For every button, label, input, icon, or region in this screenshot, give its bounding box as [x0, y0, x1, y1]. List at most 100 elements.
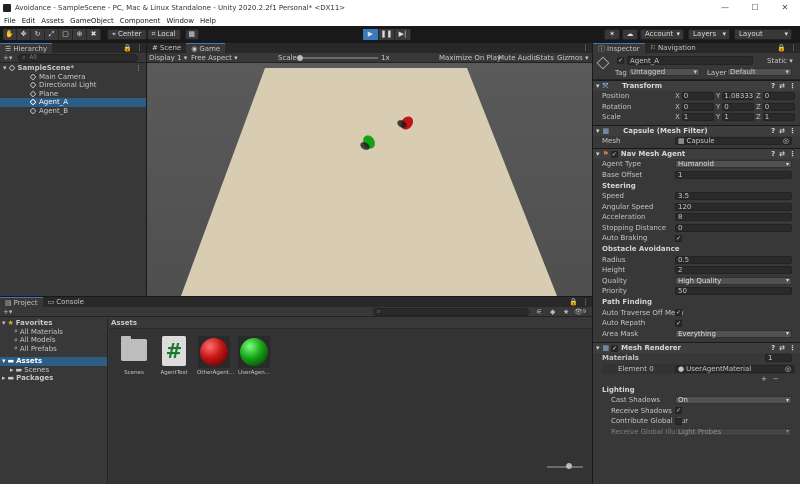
asset-item[interactable]: Scenes: [119, 336, 149, 376]
favorite-item-all-prefabs[interactable]: ⌕ All Prefabs: [0, 344, 107, 354]
hierarchy-item-directional-light[interactable]: Directional Light: [0, 81, 146, 90]
contribute-gi-checkbox[interactable]: [675, 417, 682, 425]
scale-slider[interactable]: [298, 57, 378, 59]
move-tool-icon[interactable]: ✥: [17, 28, 31, 40]
game-viewport[interactable]: [147, 64, 592, 296]
rect-tool-icon[interactable]: ▢: [59, 28, 73, 40]
help-icon[interactable]: ?: [771, 82, 775, 90]
tab-scene[interactable]: # Scene: [147, 43, 187, 53]
base-offset-field[interactable]: 1: [675, 170, 792, 179]
stats-toggle[interactable]: Stats: [536, 54, 554, 62]
project-add-icon[interactable]: +▾: [3, 308, 12, 316]
account-dropdown[interactable]: Account ▾: [640, 28, 684, 40]
scale-slider-handle[interactable]: [297, 55, 303, 61]
acceleration-field[interactable]: 8: [675, 213, 792, 222]
radius-field[interactable]: 0.5: [675, 255, 792, 264]
menu-component[interactable]: Component: [120, 17, 161, 25]
auto-traverse-checkbox[interactable]: ✓: [675, 309, 682, 317]
menu-help[interactable]: Help: [200, 17, 216, 25]
tab-hierarchy[interactable]: ☰ Hierarchy: [0, 43, 53, 53]
project-lock-icon[interactable]: 🔒: [569, 298, 578, 306]
tab-console[interactable]: ▭ Console: [42, 297, 89, 307]
menu-gameobject[interactable]: GameObject: [70, 17, 114, 25]
remove-element-button[interactable]: −: [773, 375, 779, 383]
filter-type-icon[interactable]: ⚟: [536, 308, 542, 316]
hierarchy-search-input[interactable]: ⌕ All: [18, 53, 139, 62]
cast-shadows-dropdown[interactable]: On: [675, 396, 792, 405]
materials-row[interactable]: Materials 1: [593, 353, 800, 364]
help-icon[interactable]: ?: [771, 150, 775, 158]
icon-size-slider-handle[interactable]: [566, 463, 572, 469]
layers-dropdown[interactable]: Layers ▾: [688, 28, 730, 40]
mesh-filter-component-header[interactable]: ▾ ▦ Capsule (Mesh Filter) ? ⇄ ⋮: [593, 124, 800, 136]
menu-window[interactable]: Window: [166, 17, 194, 25]
favorite-item-all-models[interactable]: ⌕ All Models: [0, 336, 107, 345]
preset-icon[interactable]: ⇄: [779, 150, 785, 158]
layout-dropdown[interactable]: Layout ▾: [734, 28, 792, 40]
static-toggle[interactable]: Static ▾: [767, 57, 793, 65]
scale-z-field[interactable]: Z1: [756, 113, 795, 122]
favorite-star-icon[interactable]: ★: [563, 308, 569, 316]
more-options-icon[interactable]: ⋮: [136, 44, 143, 52]
asset-item[interactable]: # AgentTest: [158, 336, 190, 376]
play-button-icon[interactable]: ▶: [363, 28, 379, 40]
angular-speed-field[interactable]: 120: [675, 202, 792, 211]
element-0-field[interactable]: ● UserAgentMaterial ◎: [675, 364, 794, 373]
stopping-distance-field[interactable]: 0: [675, 223, 792, 232]
quality-dropdown[interactable]: High Quality: [675, 276, 792, 285]
inspector-lock-icon[interactable]: 🔒: [777, 44, 786, 52]
transform-tool-icon[interactable]: ⊕: [73, 28, 87, 40]
assets-root-row[interactable]: ▾ ▬ Assets: [0, 357, 107, 366]
scene-menu-icon[interactable]: ⋮: [135, 64, 142, 72]
pause-button-icon[interactable]: ❚❚: [379, 28, 395, 40]
maximize-button[interactable]: ☐: [740, 3, 770, 12]
rotation-y-field[interactable]: Y0: [716, 102, 755, 111]
active-checkbox[interactable]: ✓: [617, 57, 624, 64]
project-search-input[interactable]: ⌕: [373, 307, 529, 316]
object-picker-icon[interactable]: ◎: [783, 137, 789, 145]
receive-shadows-checkbox[interactable]: ✓: [675, 407, 682, 415]
lock-icon[interactable]: 🔒: [123, 44, 132, 52]
agent-type-dropdown[interactable]: Humanoid: [675, 160, 792, 169]
project-more-options-icon[interactable]: ⋮: [582, 298, 589, 306]
filter-label-icon[interactable]: ◆: [550, 308, 555, 316]
tab-inspector[interactable]: ⓘ Inspector: [593, 43, 645, 53]
nav-agent-enabled-checkbox[interactable]: ✓: [610, 150, 618, 158]
mesh-field[interactable]: ▦ Capsule ◎: [675, 136, 792, 145]
hand-tool-icon[interactable]: ✋: [3, 28, 17, 40]
step-button-icon[interactable]: ▶|: [395, 28, 411, 40]
scene-root-row[interactable]: ▾ SampleScene* ⋮: [0, 64, 146, 73]
hierarchy-item-main-camera[interactable]: Main Camera: [0, 73, 146, 82]
help-icon[interactable]: ?: [771, 127, 775, 135]
rotation-z-field[interactable]: Z0: [756, 102, 795, 111]
scale-tool-icon[interactable]: ⤢: [45, 28, 59, 40]
maximize-on-play-toggle[interactable]: Maximize On Play: [439, 54, 501, 62]
auto-repath-checkbox[interactable]: ✓: [675, 319, 682, 327]
menu-edit[interactable]: Edit: [22, 17, 36, 25]
game-more-options-icon[interactable]: ⋮: [582, 44, 589, 52]
height-field[interactable]: 2: [675, 266, 792, 275]
hidden-packages-icon[interactable]: 👁 9: [574, 308, 586, 316]
speed-field[interactable]: 3.5: [675, 192, 792, 201]
preset-icon[interactable]: ⇄: [779, 82, 785, 90]
component-menu-icon[interactable]: ⋮: [789, 344, 796, 352]
pivot-local-button[interactable]: ⌗ Local: [146, 28, 181, 40]
transform-component-header[interactable]: ▾ ⤧ Transform ? ⇄ ⋮: [593, 80, 800, 91]
hierarchy-item-agent-b[interactable]: Agent_B: [0, 107, 146, 116]
packages-row[interactable]: ▸ ▬ Packages: [0, 374, 107, 383]
object-name-field[interactable]: Agent_A: [627, 56, 753, 65]
object-picker-icon[interactable]: ◎: [785, 365, 791, 373]
rotation-x-field[interactable]: X0: [675, 102, 714, 111]
hierarchy-item-agent-a[interactable]: Agent_A: [0, 98, 146, 107]
help-icon[interactable]: ?: [771, 344, 775, 352]
tab-project[interactable]: ▤ Project: [0, 297, 43, 307]
tab-game[interactable]: ◉ Game: [186, 43, 226, 53]
layer-dropdown[interactable]: Default ▾: [727, 68, 792, 76]
scale-y-field[interactable]: Y1: [716, 113, 755, 122]
minimize-button[interactable]: —: [710, 3, 740, 12]
preset-icon[interactable]: ⇄: [779, 344, 785, 352]
materials-count-field[interactable]: 1: [765, 354, 792, 363]
menu-file[interactable]: File: [4, 17, 16, 25]
collab-icon[interactable]: ✶: [604, 28, 620, 40]
menu-assets[interactable]: Assets: [41, 17, 64, 25]
